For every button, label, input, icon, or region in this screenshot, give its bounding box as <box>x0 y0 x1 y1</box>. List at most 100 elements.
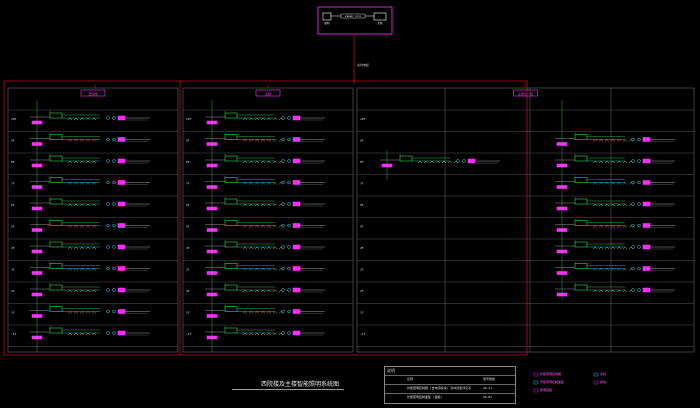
switch-symbol <box>73 160 79 164</box>
switch-symbol <box>616 268 622 271</box>
switch-symbol <box>272 182 278 185</box>
switch-symbol <box>248 160 254 164</box>
switch-symbol <box>67 268 73 271</box>
switch-symbol <box>423 160 429 164</box>
output-module <box>292 201 301 207</box>
controller <box>49 284 63 291</box>
lamp-symbol <box>631 180 635 185</box>
switch-symbol <box>254 289 260 293</box>
lamp-symbol <box>637 180 641 185</box>
controller <box>574 155 588 162</box>
output-module <box>642 158 651 164</box>
switch-symbol <box>435 160 441 164</box>
notes-row: 智能照明控制面板 (面板) SW-B1 <box>385 393 515 402</box>
legend-item: 智能照明控制器 <box>540 372 562 376</box>
switch-symbol <box>592 160 598 164</box>
output-module <box>292 330 301 336</box>
switch-symbol <box>598 289 604 293</box>
switch-symbol <box>260 268 266 271</box>
output-module <box>117 223 126 228</box>
lamp-symbol <box>637 202 641 206</box>
controller <box>49 198 63 205</box>
output-module <box>642 244 651 250</box>
switch-symbol <box>248 268 254 271</box>
lamp-symbol <box>287 180 291 185</box>
switch-symbol <box>260 246 266 250</box>
output-module <box>292 309 301 314</box>
controller <box>574 220 588 226</box>
lamp-symbol <box>112 309 116 314</box>
switch-symbol <box>248 246 254 250</box>
floor-label: 10F <box>360 117 366 121</box>
switch-symbol <box>254 268 260 271</box>
floor-label: 7F <box>186 182 190 186</box>
switch-symbol <box>616 139 622 142</box>
controller <box>49 306 63 312</box>
switch-symbol <box>622 289 628 293</box>
floor-label: 9F <box>11 139 15 143</box>
switch-symbol <box>266 268 272 271</box>
switch-symbol <box>91 182 97 185</box>
legend-item: 智能照明控制面板 <box>540 380 565 384</box>
switch-symbol <box>79 289 85 293</box>
output-module <box>292 266 301 271</box>
switch-symbol <box>85 289 91 293</box>
switch-symbol <box>73 289 79 293</box>
server-left-box <box>322 12 332 21</box>
switch-symbol <box>604 139 610 142</box>
switch-symbol <box>260 203 266 207</box>
switch-symbol <box>248 332 254 336</box>
lamp-symbol <box>637 245 641 249</box>
switch-symbol <box>260 160 266 164</box>
switch-symbol <box>616 160 622 164</box>
output-module <box>117 115 126 121</box>
switch-symbol <box>447 160 453 164</box>
lamp-symbol <box>281 202 285 206</box>
floor-label: 4F <box>186 246 190 250</box>
switch-symbol <box>67 117 73 121</box>
system-diagram: 照明 主机 ETHERNET TCP/IP 总线电缆西院楼 主楼 主楼负一层 10F 9F 8F… <box>3 6 695 393</box>
switch-symbol <box>604 203 610 207</box>
switch-symbol <box>85 160 91 164</box>
switch-symbol <box>73 182 79 185</box>
floor-label: 7F <box>360 182 364 186</box>
switch-symbol <box>260 289 266 293</box>
floor-label: 5F <box>186 225 190 229</box>
diagram-title: 西院楼及主楼智能照明系统图 <box>260 381 339 388</box>
switch-symbol <box>85 203 91 207</box>
switch-symbol <box>266 203 272 207</box>
floor-label: 10F <box>186 117 192 121</box>
floor-label: 3F <box>360 268 364 272</box>
switch-symbol <box>616 203 622 207</box>
server-right-label: 主机 <box>377 21 383 25</box>
notes-col-name: 名称 <box>407 377 414 381</box>
output-module <box>117 266 126 271</box>
switch-symbol <box>592 268 598 271</box>
switch-symbol <box>242 289 248 293</box>
floor-label: 6F <box>186 203 190 207</box>
switch-symbol <box>592 225 598 228</box>
notes-row-name: 智能照明控制器 (含电源模块) 具体选型详见表 <box>407 386 472 390</box>
switch-symbol <box>622 182 628 185</box>
switch-symbol <box>610 268 616 271</box>
output-module <box>117 137 126 142</box>
lamp-symbol <box>637 266 641 271</box>
controller <box>224 155 238 162</box>
switch-symbol <box>266 225 272 228</box>
lamp-symbol <box>112 202 116 206</box>
panel-label: 主楼负一层 <box>518 91 533 96</box>
lamp-symbol <box>631 202 635 206</box>
switch-symbol <box>79 182 85 185</box>
controller <box>49 327 63 334</box>
switch-symbol <box>79 311 85 314</box>
floor-label: 1F <box>11 311 15 315</box>
output-module <box>292 137 301 142</box>
switch-symbol <box>91 203 97 207</box>
controller <box>574 241 588 248</box>
lamp-symbol <box>112 137 116 142</box>
switch-symbol <box>242 182 248 185</box>
lamp-symbol <box>281 137 285 142</box>
switch-symbol <box>242 139 248 142</box>
switch-symbol <box>248 139 254 142</box>
floor-label: 10F <box>11 117 17 121</box>
